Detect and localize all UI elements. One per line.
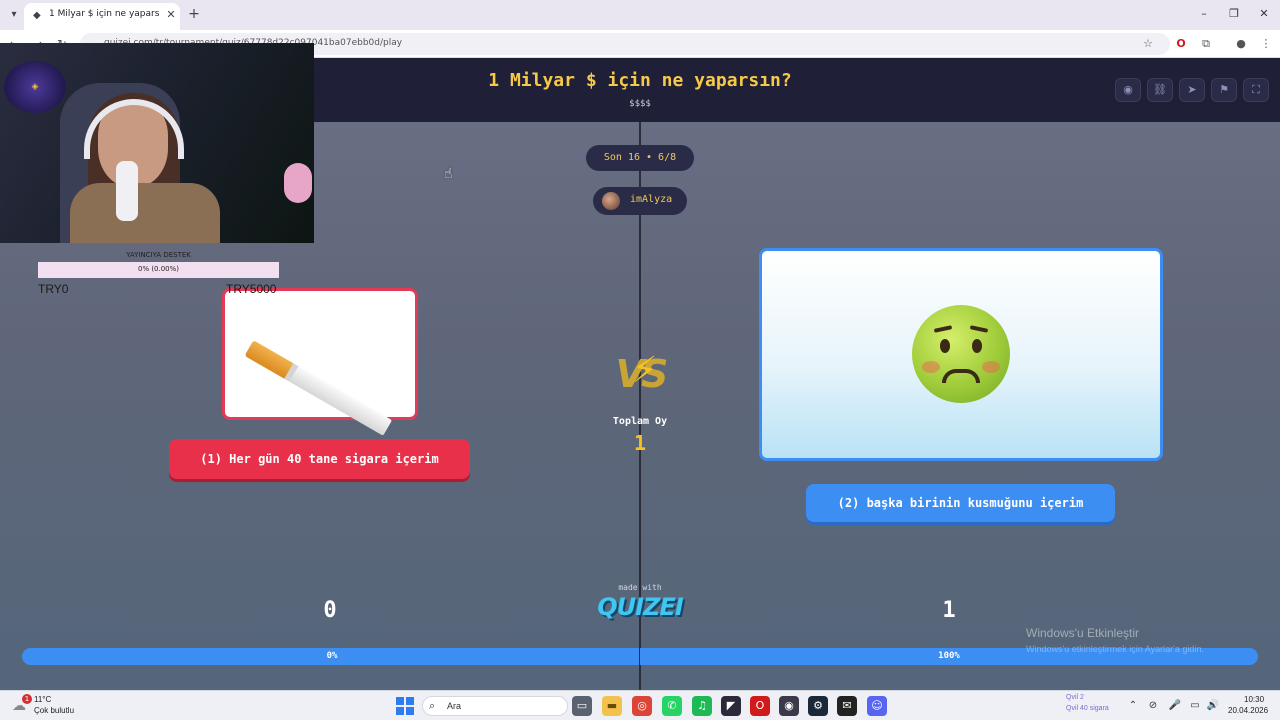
vs-logo: VS ⚡ bbox=[608, 346, 672, 402]
clock-date[interactable]: 20.04.2026 bbox=[1228, 706, 1268, 715]
spotify-icon[interactable]: ♫ bbox=[692, 696, 712, 716]
search-icon: ⌕ bbox=[429, 699, 436, 712]
player-badge: imAlyza bbox=[593, 187, 687, 215]
tab-list-chevron-icon[interactable]: ▾ bbox=[6, 7, 22, 23]
streamer-arm bbox=[116, 161, 138, 221]
microphone-icon[interactable]: 🎤 bbox=[1168, 699, 1182, 713]
chrome-icon[interactable]: ◎ bbox=[632, 696, 652, 716]
donation-goal-max: TRY5000 bbox=[226, 282, 277, 296]
donation-goal-bar: 0% (0.00%) bbox=[38, 262, 279, 278]
whatsapp-icon[interactable]: ✆ bbox=[662, 696, 682, 716]
progress-center-mark bbox=[639, 648, 640, 665]
tray-chevron-up-icon[interactable]: ⌃ bbox=[1126, 699, 1140, 713]
eye-icon[interactable]: ◉ bbox=[1115, 78, 1141, 102]
donation-goal-title: YAYINCIYA DESTEK bbox=[126, 251, 191, 259]
volume-icon[interactable]: 🔊 bbox=[1206, 699, 1220, 713]
search-label: Ara bbox=[447, 701, 462, 711]
right-option-image[interactable] bbox=[759, 248, 1163, 461]
tab-title: 1 Milyar $ için ne yaparsın? - Tü bbox=[49, 9, 159, 19]
left-vote-count: 0 bbox=[323, 598, 337, 623]
display-icon[interactable]: ▭ bbox=[1188, 699, 1202, 713]
avatar bbox=[602, 192, 620, 210]
tray-widget-line2: Qvil 40 sigara bbox=[1066, 705, 1109, 712]
opera-extension-icon[interactable]: O bbox=[1173, 36, 1189, 52]
profile-avatar-icon[interactable]: ● bbox=[1233, 36, 1249, 52]
windows-activation-title: Windows'u Etkinleştir bbox=[1026, 626, 1139, 640]
cigarette-image bbox=[244, 340, 393, 436]
browser-menu-icon[interactable]: ⋮ bbox=[1258, 36, 1274, 52]
network-icon[interactable]: ⊘ bbox=[1146, 699, 1160, 713]
mouse-cursor-icon: ☝ bbox=[444, 166, 453, 182]
fullscreen-icon[interactable]: ⛶ bbox=[1243, 78, 1269, 102]
send-icon[interactable]: ➤ bbox=[1179, 78, 1205, 102]
made-with-label: made with bbox=[618, 583, 662, 592]
discord-icon[interactable]: ☺ bbox=[867, 696, 887, 716]
opera-gx-icon[interactable]: O bbox=[750, 696, 770, 716]
right-percent: 100% bbox=[938, 651, 960, 661]
nauseated-face-icon bbox=[912, 305, 1010, 403]
window-minimize-icon[interactable]: – bbox=[1194, 6, 1214, 22]
left-option-button[interactable]: (1) Her gün 40 tane sigara içerim bbox=[169, 439, 470, 479]
taskbar-search[interactable]: ⌕ Ara bbox=[422, 696, 568, 716]
tray-widget-line1: Qvil 2 bbox=[1066, 694, 1084, 701]
windows-start-icon[interactable] bbox=[396, 697, 414, 715]
stream-logo-icon: ◈ bbox=[4, 61, 66, 113]
site-favicon-icon: ◆ bbox=[33, 10, 41, 21]
weather-description[interactable]: Çok bulutlu bbox=[34, 706, 74, 715]
app-icon-dark[interactable]: ◤ bbox=[721, 696, 741, 716]
flag-icon[interactable]: ⚑ bbox=[1211, 78, 1237, 102]
extensions-puzzle-icon[interactable]: ⧉ bbox=[1198, 36, 1214, 52]
player-name: imAlyza bbox=[630, 194, 673, 205]
windows-taskbar: ☁ 1 11°C Çok bulutlu ⌕ Ara ▭ ▬ ◎ ✆ ♫ ◤ O… bbox=[0, 690, 1280, 720]
share-link-icon[interactable]: ⛓ bbox=[1147, 78, 1173, 102]
right-vote-count: 1 bbox=[942, 598, 956, 623]
left-option-image[interactable] bbox=[222, 288, 418, 436]
window-close-icon[interactable]: ✕ bbox=[1254, 6, 1274, 22]
streamer-body bbox=[70, 183, 220, 243]
webcam-overlay: ◈ bbox=[0, 43, 314, 243]
task-view-icon[interactable]: ▭ bbox=[572, 696, 592, 716]
obs-icon[interactable]: ◉ bbox=[779, 696, 799, 716]
right-option-button[interactable]: (2) başka birinin kusmuğunu içerim bbox=[806, 484, 1115, 522]
weather-temperature[interactable]: 11°C bbox=[34, 695, 51, 704]
steam-icon[interactable]: ⚙ bbox=[808, 696, 828, 716]
lightning-bolt-icon: ⚡ bbox=[632, 350, 658, 391]
total-votes-value: 1 bbox=[633, 431, 647, 455]
browser-tab-active[interactable]: ◆ 1 Milyar $ için ne yaparsın? - Tü ✕ bbox=[24, 3, 180, 30]
window-restore-icon[interactable]: ❐ bbox=[1224, 6, 1244, 22]
donation-goal-min: TRY0 bbox=[38, 282, 69, 296]
new-tab-plus-icon[interactable]: + bbox=[186, 6, 202, 22]
plush-toy bbox=[284, 163, 312, 203]
tab-close-icon[interactable]: ✕ bbox=[164, 8, 178, 22]
clock-time[interactable]: 10:30 bbox=[1244, 695, 1264, 704]
total-votes-label: Toplam Oy bbox=[612, 416, 668, 427]
bookmark-star-icon[interactable]: ☆ bbox=[1140, 36, 1156, 52]
browser-tab-bar: ▾ ◆ 1 Milyar $ için ne yaparsın? - Tü ✕ … bbox=[0, 0, 1280, 30]
file-explorer-icon[interactable]: ▬ bbox=[602, 696, 622, 716]
windows-activation-subtitle: Windows'u etkinleştirmek için Ayarlar'a … bbox=[1026, 644, 1204, 654]
weather-alert-badge: 1 bbox=[22, 694, 32, 704]
quizei-logo[interactable]: QUIZEI bbox=[590, 593, 690, 621]
donation-goal-progress: 0% (0.00%) bbox=[137, 265, 180, 273]
left-percent: 0% bbox=[326, 651, 338, 661]
mail-app-icon[interactable]: ✉ bbox=[837, 696, 857, 716]
round-indicator: Son 16 • 6/8 bbox=[586, 145, 694, 171]
